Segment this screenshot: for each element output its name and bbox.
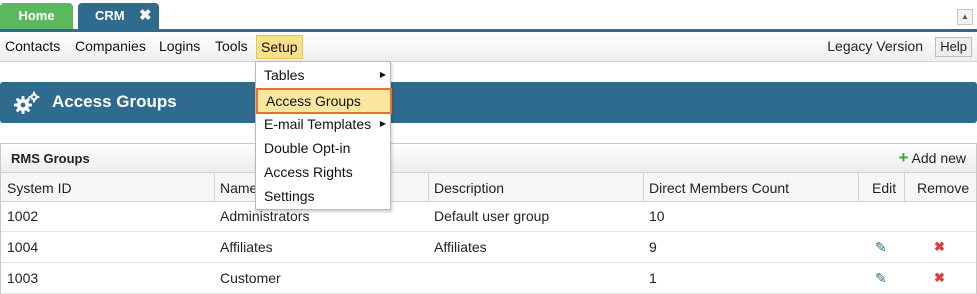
menu-tools[interactable]: Tools [215, 38, 248, 54]
edit-pencil-icon[interactable]: ✎ [875, 270, 887, 287]
cell-description: Affiliates [434, 239, 487, 255]
help-button[interactable]: Help [935, 37, 972, 57]
gears-icon [14, 91, 40, 114]
menu-item-access-rights[interactable]: Access Rights [264, 164, 353, 180]
cell-name: Affiliates [220, 239, 273, 255]
col-description[interactable]: Description [434, 180, 504, 196]
delete-icon[interactable]: ✖ [934, 239, 945, 255]
cell-system-id: 1002 [7, 208, 39, 224]
page-title: Access Groups [52, 92, 177, 111]
col-edit: Edit [872, 180, 897, 196]
cell-description: Default user group [434, 208, 550, 224]
menu-item-tables[interactable]: Tables ▶ [264, 67, 386, 83]
cell-system-id: 1004 [7, 239, 39, 255]
menu-item-access-groups[interactable]: Access Groups [256, 88, 392, 114]
menu-companies[interactable]: Companies [75, 38, 146, 54]
table-row[interactable]: 1002 Administrators Default user group 1… [1, 201, 976, 232]
delete-icon[interactable]: ✖ [934, 270, 945, 286]
collapse-icon[interactable]: ▲ [957, 9, 973, 25]
cell-members-count: 9 [649, 239, 657, 255]
plus-icon: + [898, 148, 909, 167]
tab-crm-label: CRM [95, 8, 125, 23]
cell-members-count: 1 [649, 270, 657, 286]
col-direct-members-count[interactable]: Direct Members Count [649, 180, 789, 196]
submenu-arrow-icon: ▶ [379, 70, 386, 79]
tab-strip: Home CRM ✖ ▲ [0, 0, 977, 32]
col-remove: Remove [917, 180, 970, 196]
col-name[interactable]: Name [220, 180, 257, 196]
table-header: System ID Name Description Direct Member… [1, 173, 976, 202]
menu-item-double-opt-in[interactable]: Double Opt-in [264, 140, 350, 156]
tab-crm[interactable]: CRM ✖ [78, 3, 159, 29]
tab-home[interactable]: Home [0, 3, 73, 29]
menu-bar: Contacts Companies Logins Tools Setup Le… [0, 32, 977, 62]
rms-groups-panel: RMS Groups + Add new System ID Name Desc… [0, 143, 977, 294]
menu-setup[interactable]: Setup [256, 35, 303, 59]
submenu-arrow-icon: ▶ [379, 119, 386, 128]
setup-dropdown-menu: Tables ▶ Access Groups E-mail Templates … [255, 61, 392, 210]
add-new-label: Add new [911, 150, 966, 166]
cell-name: Customer [220, 270, 281, 286]
cell-system-id: 1003 [7, 270, 39, 286]
menu-item-email-templates[interactable]: E-mail Templates ▶ [264, 116, 386, 132]
cell-name: Administrators [220, 208, 310, 224]
menu-item-settings[interactable]: Settings [264, 188, 315, 204]
panel-title: RMS Groups [11, 151, 90, 166]
close-icon[interactable]: ✖ [139, 3, 152, 29]
menu-contacts[interactable]: Contacts [5, 38, 60, 54]
page-header: Access Groups [0, 82, 977, 123]
col-system-id[interactable]: System ID [7, 180, 72, 196]
menu-logins[interactable]: Logins [159, 38, 200, 54]
cell-members-count: 10 [649, 208, 665, 224]
add-new-button[interactable]: + Add new [898, 148, 966, 167]
table-row[interactable]: 1004 Affiliates Affiliates 9 ✎ ✖ [1, 232, 976, 263]
legacy-version-link[interactable]: Legacy Version [827, 38, 923, 54]
menu-item-tables-label: Tables [264, 67, 305, 83]
table-row[interactable]: 1003 Customer 1 ✎ ✖ [1, 263, 976, 294]
menu-item-email-templates-label: E-mail Templates [264, 116, 372, 132]
panel-header: RMS Groups + Add new [1, 144, 976, 173]
edit-pencil-icon[interactable]: ✎ [875, 239, 887, 256]
